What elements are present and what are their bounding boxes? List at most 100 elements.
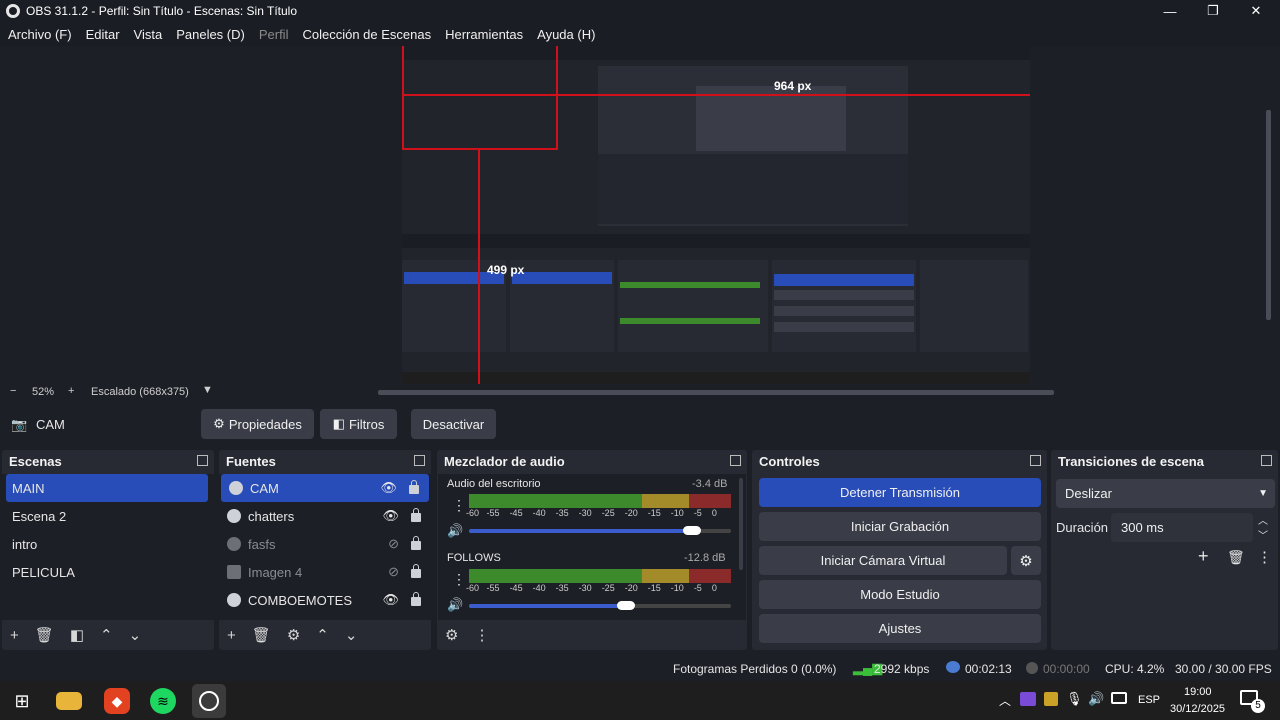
lock-icon[interactable]: [409, 480, 419, 494]
scene-item-escena2[interactable]: Escena 2: [2, 502, 214, 530]
measure-height-label: 499 px: [487, 263, 525, 277]
add-source-button[interactable]: +: [227, 627, 236, 644]
add-scene-button[interactable]: +: [10, 627, 19, 644]
menu-perfil[interactable]: Perfil: [259, 27, 289, 42]
source-properties-button[interactable]: ⚙: [287, 626, 300, 644]
language-indicator[interactable]: ESP: [1138, 694, 1160, 706]
sources-title: Fuentes: [226, 453, 276, 469]
move-source-up-button[interactable]: ⌃: [316, 626, 329, 644]
start-recording-button[interactable]: Iniciar Grabación: [759, 512, 1041, 541]
spotify-icon[interactable]: ≋: [150, 688, 176, 714]
mixer-scrollbar[interactable]: [739, 478, 743, 570]
menu-paneles[interactable]: Paneles (D): [176, 27, 245, 42]
eye-icon[interactable]: 👁: [382, 592, 399, 608]
virtual-camera-settings-button[interactable]: ⚙: [1011, 546, 1041, 575]
clock-date[interactable]: 30/12/2025: [1170, 703, 1225, 715]
move-scene-down-button[interactable]: ⌄: [129, 626, 142, 644]
deactivate-button[interactable]: Desactivar: [411, 409, 496, 439]
duration-input[interactable]: 300 ms: [1111, 513, 1253, 542]
lock-icon[interactable]: [411, 564, 421, 578]
remove-scene-button[interactable]: 🗑: [35, 626, 54, 644]
scene-filters-button[interactable]: ◧: [70, 626, 84, 644]
dock-float-icon[interactable]: [1030, 455, 1041, 466]
remove-transition-button[interactable]: 🗑: [1227, 549, 1245, 566]
dock-float-icon[interactable]: [197, 455, 208, 466]
selected-source-label: CAM: [36, 417, 65, 432]
menu-coleccion-escenas[interactable]: Colección de Escenas: [302, 27, 431, 42]
channel-menu-icon[interactable]: ⋮: [452, 571, 466, 588]
source-item-imagen4[interactable]: Imagen 4 ⊘: [219, 558, 431, 586]
channel-menu-icon[interactable]: ⋮: [452, 497, 466, 514]
brave-browser-icon[interactable]: ◆: [104, 688, 130, 714]
clock-time[interactable]: 19:00: [1184, 686, 1212, 698]
eye-icon[interactable]: 👁: [382, 508, 399, 524]
start-virtual-camera-button[interactable]: Iniciar Cámara Virtual: [759, 546, 1007, 575]
lock-icon[interactable]: [411, 592, 421, 606]
menu-archivo[interactable]: Archivo (F): [8, 27, 72, 42]
zoom-out-button[interactable]: −: [10, 385, 16, 397]
settings-button[interactable]: Ajustes: [759, 614, 1041, 643]
eye-icon[interactable]: 👁: [380, 480, 397, 496]
volume-icon[interactable]: 🔊: [1088, 691, 1104, 707]
dock-float-icon[interactable]: [1261, 455, 1272, 466]
properties-button[interactable]: ⚙ Propiedades: [201, 409, 314, 439]
transitions-header: Transiciones de escena: [1051, 450, 1278, 472]
close-button[interactable]: ✕: [1234, 0, 1278, 22]
spin-up-icon[interactable]: ︿: [1258, 512, 1268, 527]
source-item-comboemotes[interactable]: COMBOEMOTES 👁: [219, 586, 431, 614]
file-explorer-icon[interactable]: [56, 692, 82, 710]
eye-hidden-icon[interactable]: ⊘: [388, 536, 399, 552]
advanced-audio-button[interactable]: ⚙: [445, 626, 458, 644]
controls-title: Controles: [759, 453, 820, 469]
move-source-down-button[interactable]: ⌄: [345, 626, 358, 644]
source-item-chatters[interactable]: chatters 👁: [219, 502, 431, 530]
speaker-icon[interactable]: 🔊: [447, 597, 463, 613]
lock-icon[interactable]: [411, 536, 421, 550]
menu-editar[interactable]: Editar: [86, 27, 120, 42]
remove-source-button[interactable]: 🗑: [252, 626, 271, 644]
transition-select[interactable]: Deslizar ▼: [1056, 479, 1275, 508]
add-transition-button[interactable]: +: [1198, 546, 1209, 567]
mixer-menu-button[interactable]: ⋮: [474, 626, 489, 644]
scene-item-pelicula[interactable]: PELICULA: [2, 558, 214, 586]
network-icon[interactable]: [1111, 692, 1127, 704]
source-item-cam[interactable]: CAM 👁: [221, 474, 429, 502]
stop-stream-button[interactable]: Detener Transmisión: [759, 478, 1041, 507]
dock-float-icon[interactable]: [414, 455, 425, 466]
preview-horizontal-scrollbar[interactable]: [378, 390, 1054, 395]
source-item-fasfs[interactable]: fasfs ⊘: [219, 530, 431, 558]
tray-app-icon[interactable]: [1020, 692, 1036, 706]
transition-menu-button[interactable]: ⋮: [1257, 548, 1272, 566]
properties-label: Propiedades: [228, 416, 302, 432]
dock-float-icon[interactable]: [730, 455, 741, 466]
move-scene-up-button[interactable]: ⌃: [100, 626, 113, 644]
speaker-icon[interactable]: 🔊: [447, 523, 463, 539]
filters-button[interactable]: ◧ Filtros: [320, 409, 397, 439]
restore-button[interactable]: ❐: [1191, 0, 1235, 22]
eye-hidden-icon[interactable]: ⊘: [388, 564, 399, 580]
window-title: OBS 31.1.2 - Perfil: Sin Título - Escena…: [26, 4, 298, 18]
menu-vista[interactable]: Vista: [134, 27, 163, 42]
volume-slider-follows[interactable]: [469, 601, 731, 610]
microphone-icon[interactable]: 🎙: [1066, 691, 1083, 707]
zoom-in-button[interactable]: +: [68, 385, 74, 397]
source-name: Imagen 4: [248, 564, 303, 580]
scenes-header: Escenas: [2, 450, 214, 472]
preview-canvas[interactable]: 964 px 499 px: [402, 46, 1030, 384]
menu-ayuda[interactable]: Ayuda (H): [537, 27, 595, 42]
menu-herramientas[interactable]: Herramientas: [445, 27, 523, 42]
scale-dropdown-icon[interactable]: ▼: [202, 384, 213, 396]
tray-app-icon[interactable]: [1044, 692, 1058, 706]
spin-down-icon[interactable]: ﹀: [1258, 527, 1268, 542]
windows-start-icon[interactable]: ⊞: [9, 688, 35, 714]
tray-chevron-icon[interactable]: ︿: [999, 692, 1011, 709]
channel-db-follows: -12.8 dB: [684, 552, 726, 564]
scene-item-main[interactable]: MAIN: [6, 474, 208, 502]
lock-icon[interactable]: [411, 508, 421, 522]
obs-taskbar-icon[interactable]: [192, 684, 226, 718]
preview-vertical-scrollbar[interactable]: [1266, 110, 1271, 320]
volume-slider-desktop[interactable]: [469, 526, 731, 535]
scene-item-intro[interactable]: intro: [2, 530, 214, 558]
studio-mode-button[interactable]: Modo Estudio: [759, 580, 1041, 609]
minimize-button[interactable]: —: [1148, 0, 1192, 22]
